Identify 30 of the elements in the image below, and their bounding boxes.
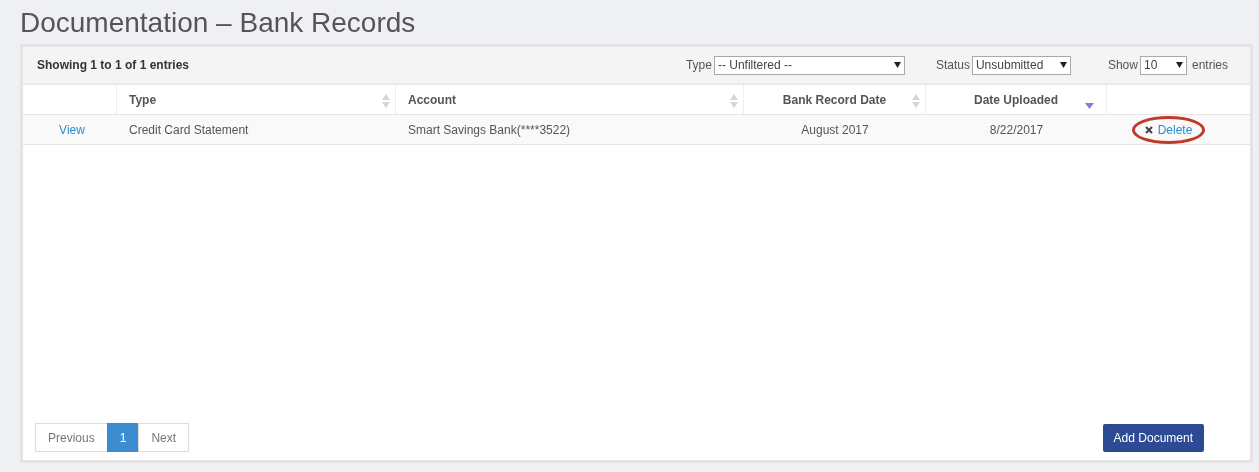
table-cell-text: 8/22/2017 [989,121,1044,139]
filter-suffix: entries [1191,57,1228,74]
table-cell-text: August 2017 [801,121,869,139]
table-cell: Credit Card Statement [129,122,249,137]
filter-label: Status [935,57,970,74]
add-document-button[interactable]: Add Document [1102,423,1204,452]
page-title: Documentation – Bank Records [19,6,417,40]
sort-descending-icon[interactable] [1085,103,1094,109]
column-header[interactable]: Type [129,90,157,109]
view-link[interactable]: View [59,120,85,139]
filter-dropdown[interactable]: -- Unfiltered -- [713,55,905,75]
column-header[interactable]: Date Uploaded [974,90,1058,109]
delete-link[interactable]: Delete [1131,115,1206,144]
column-header[interactable]: Bank Record Date [782,90,887,109]
dropdown-caret-icon [1175,62,1183,68]
filter-dropdown[interactable]: Unsubmitted [971,55,1071,75]
filter-label: Show [1107,57,1138,74]
pagination-button[interactable]: Previous [35,423,108,452]
sort-icon[interactable] [730,94,738,108]
filter-label: Type [685,57,712,74]
table-cell: Smart Savings Bank(****3522) [408,122,571,137]
filter-dropdown[interactable]: 10 [1139,55,1187,75]
entries-info: Showing 1 to 1 of 1 entries [37,57,190,74]
dropdown-caret-icon [1059,62,1067,68]
sort-icon[interactable] [912,94,920,108]
close-icon [1144,125,1153,134]
column-header[interactable]: Account [408,90,456,109]
pagination-button[interactable]: Next [138,423,190,452]
dropdown-caret-icon [893,62,901,68]
sort-icon[interactable] [382,94,390,108]
